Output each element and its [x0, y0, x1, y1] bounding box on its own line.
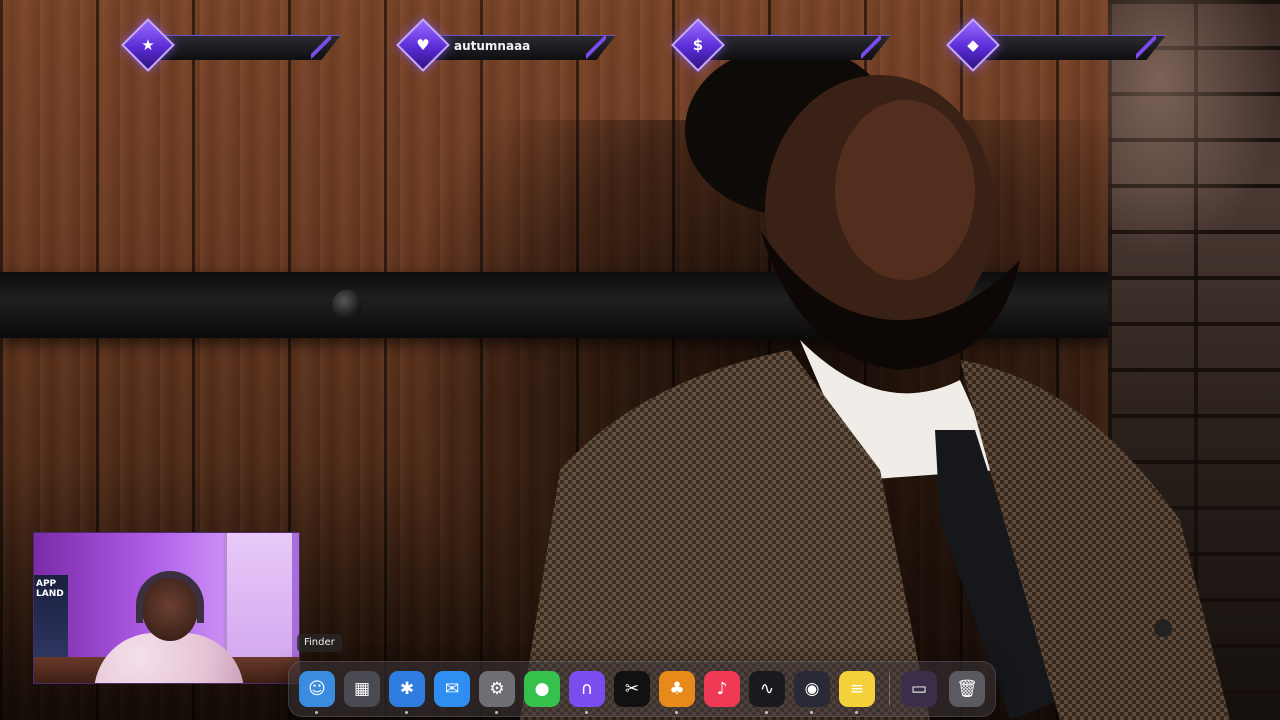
running-indicator [855, 711, 858, 714]
trash-icon: 🗑 [956, 679, 978, 699]
notes-icon: ≡ [849, 679, 865, 699]
capcut-icon: ✂ [624, 679, 640, 699]
badge-bar [695, 35, 891, 60]
dock-tooltip: Finder [297, 634, 342, 652]
running-indicator [675, 711, 678, 714]
webcam-poster: APP LAND [34, 575, 68, 657]
dock-system-settings[interactable]: ⚙ [479, 671, 515, 707]
dock: ☺ ▦ ✱ ✉ ⚙ ● ∩ ✂ ♣ ♪ ∿ ◉ ≡ ▭ 🗑 [288, 661, 996, 717]
dock-launchpad[interactable]: ▦ [344, 671, 380, 707]
dock-music[interactable]: ♪ [704, 671, 740, 707]
dock-safari[interactable]: ✱ [389, 671, 425, 707]
dock-separator [889, 672, 890, 706]
finder-icon: ☺ [308, 679, 326, 699]
stream-badge-heart: ♥ autumnaaa [396, 18, 638, 72]
webcam-overlay: APP LAND [33, 532, 300, 684]
dock-notes[interactable]: ≡ [839, 671, 875, 707]
star-icon: ★ [141, 36, 155, 54]
stream-badge-diamond: ◆ [946, 18, 1188, 72]
window-thumbnail-icon: ▭ [910, 679, 928, 699]
dock-trash[interactable]: 🗑 [949, 671, 985, 707]
dock-preview-thumbnail[interactable]: ▭ [901, 671, 937, 707]
dock-fl-studio[interactable]: ♣ [659, 671, 695, 707]
headset-icon [136, 571, 204, 623]
gear-icon: ⚙ [489, 679, 505, 699]
dock-arc[interactable]: ∩ [569, 671, 605, 707]
dock-waveform[interactable]: ∿ [749, 671, 785, 707]
stream-badge-star: ★ [121, 18, 363, 72]
arc-icon: ∩ [580, 679, 594, 699]
dollar-icon: $ [692, 36, 704, 54]
running-indicator [315, 711, 318, 714]
messages-icon: ● [534, 679, 550, 699]
diamond-icon: ◆ [967, 36, 979, 54]
music-note-icon: ♪ [716, 679, 728, 699]
dock-capcut[interactable]: ✂ [614, 671, 650, 707]
running-indicator [765, 711, 768, 714]
badge-bar [970, 35, 1166, 60]
stream-badge-dollar: $ [671, 18, 913, 72]
heart-icon: ♥ [416, 36, 430, 54]
running-indicator [495, 711, 498, 714]
running-indicator [585, 711, 588, 714]
waveform-icon: ∿ [759, 679, 775, 699]
badge-bar [145, 35, 341, 60]
dock-obs[interactable]: ◉ [794, 671, 830, 707]
launchpad-icon: ▦ [353, 679, 371, 699]
safari-icon: ✱ [399, 679, 415, 699]
dock-mail[interactable]: ✉ [434, 671, 470, 707]
dock-messages[interactable]: ● [524, 671, 560, 707]
mail-icon: ✉ [444, 679, 460, 699]
dock-finder[interactable]: ☺ [299, 671, 335, 707]
badge-label: autumnaaa [454, 39, 531, 53]
running-indicator [405, 711, 408, 714]
obs-icon: ◉ [804, 679, 820, 699]
fl-studio-icon: ♣ [669, 679, 685, 699]
running-indicator [810, 711, 813, 714]
